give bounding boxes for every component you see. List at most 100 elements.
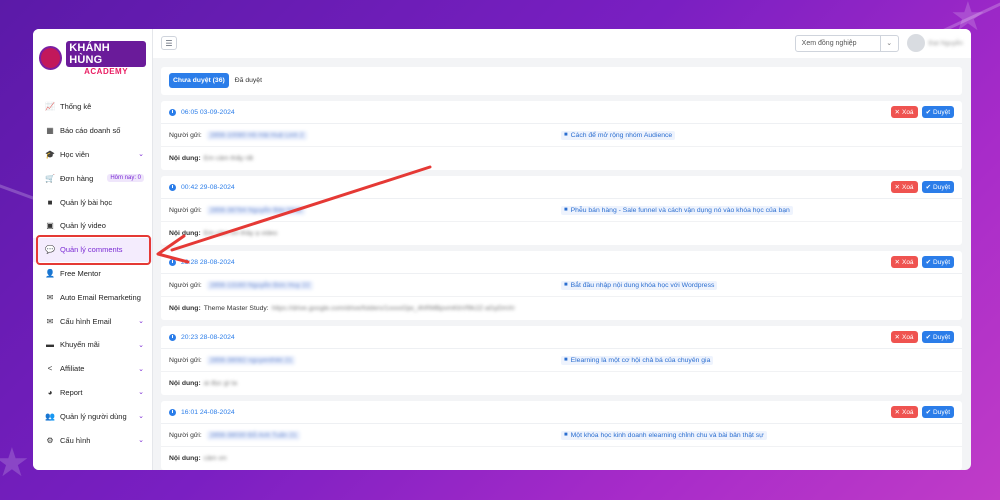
sidebar-item-quan-ly-nguoi-dung[interactable]: 👥 Quản lý người dùng ⌄: [33, 404, 152, 428]
delete-button[interactable]: ✕ Xoá: [890, 106, 918, 118]
comment-content-row: Nội dung: Theme Master Study: https://dr…: [161, 297, 962, 320]
content-label: Nội dung:: [169, 155, 201, 162]
chevron-down-icon: ⌄: [879, 35, 898, 51]
comment-content-link[interactable]: https://drive.google.com/drive/folders/1…: [272, 305, 515, 312]
video-camera-icon: ■: [564, 432, 568, 438]
sidebar-item-hoc-vien[interactable]: 🎓 Học viên ⌄: [33, 143, 152, 167]
sidebar-item-cau-hinh-email[interactable]: ✉ Cấu hình Email ⌄: [33, 309, 152, 333]
lesson-link[interactable]: ■ Elearning là một cơ hội chả bá của chuy…: [561, 355, 714, 365]
sidebar-item-report[interactable]: ◕ Report ⌄: [33, 381, 152, 405]
clock-icon: [169, 183, 176, 191]
comment-card: 06:05 03-09-2024 ✕ Xoá ✔ Duyệt Người gửi: …: [161, 101, 962, 170]
delete-button[interactable]: ✕ Xoá: [890, 406, 918, 418]
logo-text: KHÁNH HÙNG ACADEMY: [66, 40, 146, 76]
sidebar-item-don-hang[interactable]: 🛒 Đơn hàng Hôm nay: 0: [33, 166, 152, 190]
user-icon: 👤: [45, 268, 55, 278]
clock-icon: [169, 258, 176, 266]
content-label: Nội dung:: [169, 380, 201, 387]
sidebar-item-label: Báo cáo doanh số: [60, 126, 121, 136]
close-icon: ✕: [894, 334, 900, 341]
student-icon: 🎓: [45, 149, 55, 159]
comment-card: 16:01 24-08-2024 ✕ Xoá ✔ Duyệt Người gửi: …: [161, 401, 962, 470]
tab-approved[interactable]: Đã duyệt: [231, 73, 266, 88]
lesson-link[interactable]: ■ Cách để mở rộng nhóm Audience: [561, 130, 676, 140]
comment-card: 23:28 28-08-2024 ✕ Xoá ✔ Duyệt Người gửi: …: [161, 251, 962, 320]
delete-button-label: Xoá: [901, 333, 914, 341]
comment-header: 20:23 28-08-2024 ✕ Xoá ✔ Duyệt: [161, 326, 962, 349]
sender-label: Người gửi:: [169, 131, 202, 139]
colleague-select[interactable]: Xem đồng nghiệp ⌄: [794, 34, 899, 52]
check-circle-icon: ✔: [925, 109, 932, 116]
delete-button[interactable]: ✕ Xoá: [890, 181, 918, 193]
lesson-link[interactable]: ■ Phễu bán hàng - Sale funnel và cách vận…: [561, 205, 793, 215]
approve-button[interactable]: ✔ Duyệt: [921, 331, 954, 343]
chevron-down-icon: ⌄: [138, 151, 144, 159]
user-menu[interactable]: Đạt Nguyễn: [906, 34, 963, 53]
sidebar-item-thong-ke[interactable]: 📈 Thống kê: [33, 95, 152, 119]
check-circle-icon: ✔: [925, 334, 932, 341]
comment-card: 00:42 29-08-2024 ✕ Xoá ✔ Duyệt Người gửi: …: [161, 176, 962, 245]
approve-button[interactable]: ✔ Duyệt: [921, 181, 954, 193]
comment-content: ai đọc gì ta: [203, 380, 237, 387]
sidebar-item-auto-email-remarketing[interactable]: ✉ Auto Email Remarketing: [33, 285, 152, 309]
sidebar-item-bao-cao-doanh-so[interactable]: ▦ Báo cáo doanh số: [33, 119, 152, 143]
sidebar-item-quan-ly-comments[interactable]: 💬 Quản lý comments: [33, 234, 152, 265]
sidebar-item-label: Cấu hình: [60, 435, 91, 445]
clock-icon: [169, 333, 176, 341]
sidebar-item-label: Report: [60, 387, 83, 397]
lesson-link[interactable]: ■ Một khóa học kinh doanh elearning chỉnh…: [561, 430, 767, 440]
delete-button[interactable]: ✕ Xoá: [890, 256, 918, 268]
comment-sender-row: Người gửi: 2856-38030 Đỗ Anh Tuấn 21 ■ Mộ…: [161, 424, 962, 447]
comment-time: 16:01 24-08-2024: [181, 408, 235, 416]
tab-pending[interactable]: Chưa duyệt (36): [169, 73, 229, 89]
sidebar: KHÁNH HÙNG ACADEMY 📈 Thống kê ▦ Báo cáo …: [33, 29, 153, 470]
sender-name[interactable]: 2856-13160 Nguyễn Đức Huy 22: [206, 280, 313, 290]
sidebar-item-cau-hinh[interactable]: ⚙ Cấu hình ⌄: [33, 428, 152, 452]
sidebar-item-label: Học viên: [60, 149, 90, 159]
comment-content-row: Nội dung: cảm ơn: [161, 447, 962, 470]
approve-button[interactable]: ✔ Duyệt: [921, 256, 954, 268]
user-name: Đạt Nguyễn: [928, 39, 963, 47]
sender-label: Người gửi:: [169, 431, 202, 439]
sidebar-item-quan-ly-bai-hoc[interactable]: ■ Quản lý bài học: [33, 190, 152, 214]
share-icon: <: [47, 364, 53, 374]
sender-name[interactable]: 2856-10080 Hồ Hải Huệ Linh 2: [206, 130, 307, 140]
sender-name[interactable]: 2856-38030 Đỗ Anh Tuấn 21: [206, 430, 300, 440]
sidebar-item-khuyen-mai[interactable]: ▬ Khuyến mãi ⌄: [33, 333, 152, 357]
sidebar-menu: 📈 Thống kê ▦ Báo cáo doanh số 🎓 Học viên…: [33, 87, 152, 452]
users-icon: 👥: [45, 411, 55, 421]
sidebar-item-label: Quản lý người dùng: [60, 411, 127, 421]
sidebar-item-label: Affiliate: [60, 364, 85, 374]
lesson-title: Bắt đầu nhập nội dung khóa học với Wordp…: [570, 281, 715, 289]
orders-today-badge: Hôm nay: 0: [107, 174, 144, 183]
lesson-title: Một khóa học kinh doanh elearning chỉnh …: [570, 431, 764, 439]
clock-icon: [169, 108, 176, 116]
lesson-title: Cách để mở rộng nhóm Audience: [570, 131, 673, 139]
close-icon: ✕: [894, 184, 900, 191]
video-camera-icon: ■: [564, 282, 568, 288]
delete-button-label: Xoá: [901, 108, 914, 116]
sidebar-item-affiliate[interactable]: < Affiliate ⌄: [33, 357, 152, 381]
comment-content: Em cảm ơn thầy ạ video: [203, 230, 278, 237]
approve-button[interactable]: ✔ Duyệt: [921, 406, 954, 418]
approve-button[interactable]: ✔ Duyệt: [921, 106, 954, 118]
delete-button-label: Xoá: [901, 258, 914, 266]
sender-name[interactable]: 2856-38784 Nguyễn Bảo Nhật: [206, 205, 305, 215]
pie-chart-icon: ◕: [47, 387, 53, 397]
chevron-down-icon: ⌄: [138, 389, 144, 397]
brand-logo[interactable]: KHÁNH HÙNG ACADEMY: [33, 29, 152, 87]
sidebar-item-label: Quản lý bài học: [60, 197, 113, 207]
sidebar-item-free-mentor[interactable]: 👤 Free Mentor: [33, 262, 152, 286]
sender-name[interactable]: 2856-38082 nguyenthikt 21: [206, 355, 296, 365]
sidebar-item-label: Thống kê: [60, 102, 92, 112]
comment-time: 06:05 03-09-2024: [181, 108, 235, 116]
approve-button-label: Duyệt: [933, 408, 950, 416]
topbar: ☰ Xem đồng nghiệp ⌄ Đạt Nguyễn: [153, 29, 971, 58]
lesson-link[interactable]: ■ Bắt đầu nhập nội dung khóa học với Word…: [561, 280, 718, 290]
approve-button-label: Duyệt: [933, 258, 950, 266]
menu-toggle-icon[interactable]: ☰: [161, 36, 177, 51]
content-label: Nội dung:: [169, 230, 201, 237]
delete-button[interactable]: ✕ Xoá: [890, 331, 918, 343]
lesson-title: Phễu bán hàng - Sale funnel và cách vận …: [570, 206, 790, 214]
comment-content-row: Nội dung: Em cảm ơn thầy ạ video: [161, 222, 962, 245]
